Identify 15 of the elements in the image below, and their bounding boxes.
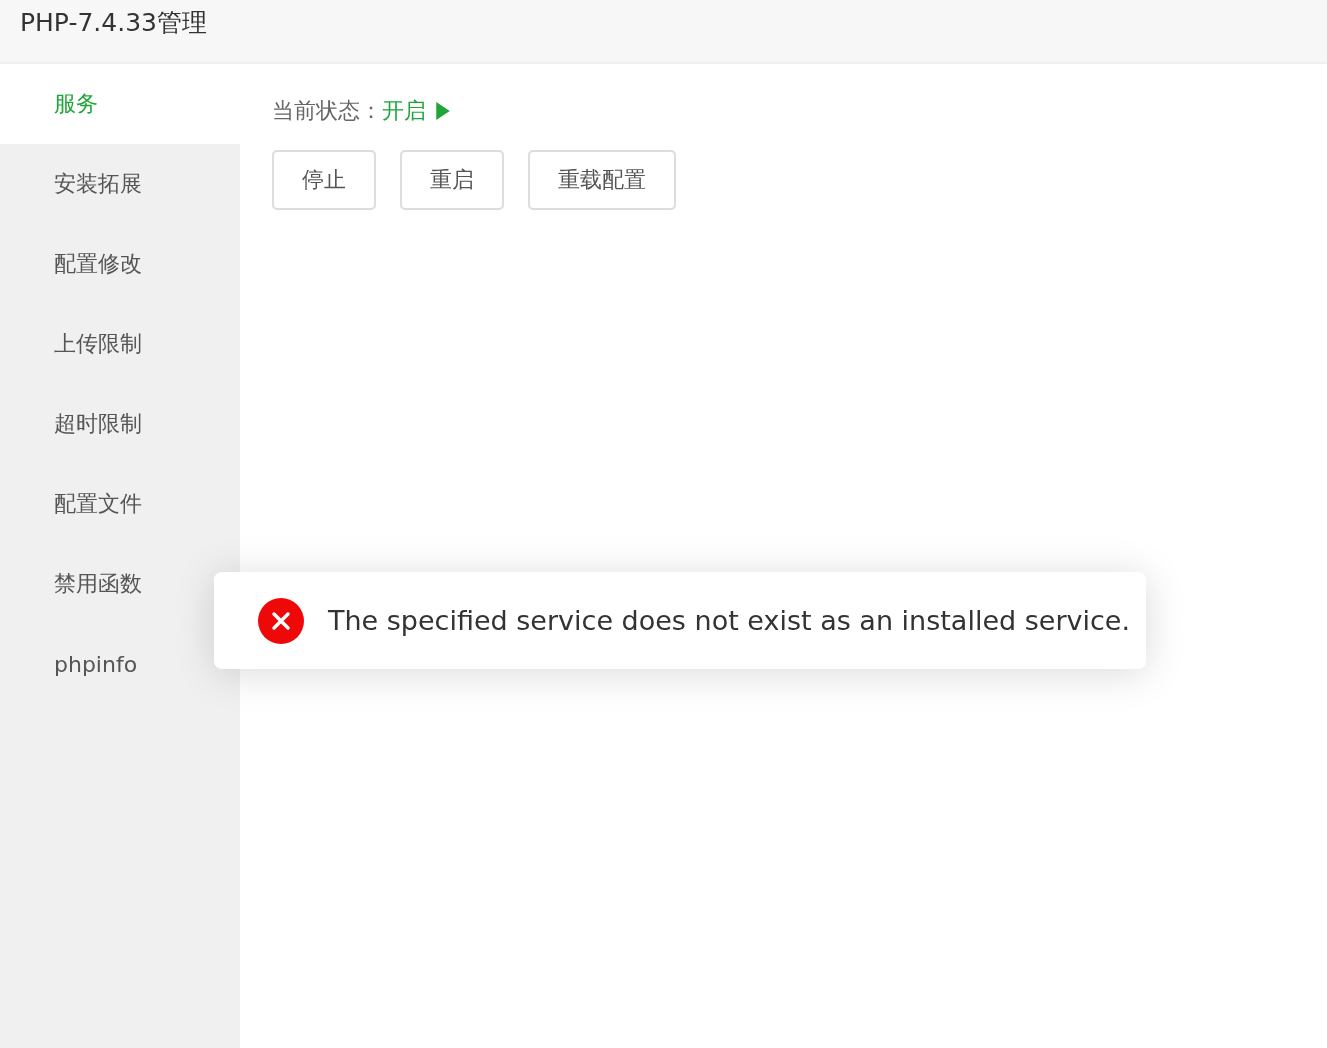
- sidebar-item[interactable]: 配置修改: [0, 224, 240, 304]
- status-label: 当前状态：: [272, 97, 382, 125]
- sidebar-item[interactable]: 安装拓展: [0, 144, 240, 224]
- sidebar-item[interactable]: 配置文件: [0, 464, 240, 544]
- status-value: 开启: [382, 97, 426, 125]
- action-button[interactable]: 停止: [272, 150, 376, 210]
- sidebar-item[interactable]: 服务: [0, 64, 240, 144]
- error-icon: [258, 597, 304, 644]
- action-button[interactable]: 重启: [400, 150, 504, 210]
- toast-text: The specified service does not exist as an installed service.: [328, 605, 1131, 636]
- window-title: PHP-7.4.33管理: [20, 7, 207, 39]
- play-icon: [436, 102, 450, 120]
- sidebar-item[interactable]: 上传限制: [0, 304, 240, 384]
- sidebar-item[interactable]: 超时限制: [0, 384, 240, 464]
- action-button[interactable]: 重载配置: [528, 150, 676, 210]
